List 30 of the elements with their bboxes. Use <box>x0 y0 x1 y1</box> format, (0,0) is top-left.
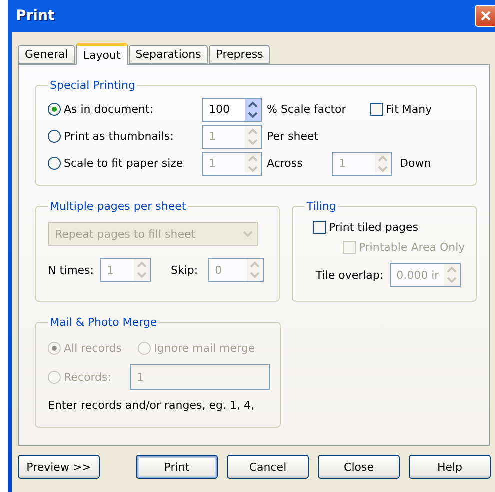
field-label: Tile overlap: <box>316 268 384 282</box>
tab[interactable]: Prepress <box>209 45 270 64</box>
unit-label: Across <box>267 157 304 170</box>
window-title: Print <box>16 8 55 24</box>
close-button[interactable] <box>475 5 495 27</box>
close-icon[interactable] <box>480 10 492 22</box>
radio-button[interactable]: Scale to fit paper size <box>48 157 184 170</box>
radio-button[interactable]: Print as thumbnails: <box>48 130 174 143</box>
checkbox[interactable]: Print tiled pages <box>312 220 419 234</box>
group-title: Mail & Photo Merge <box>49 316 158 329</box>
field-label: Skip: <box>171 264 198 276</box>
dialog-button[interactable]: Help <box>409 455 491 479</box>
group-title: Multiple pages per sheet <box>49 200 188 213</box>
unit-label: Per sheet <box>267 130 320 143</box>
unit-label: Down <box>400 157 432 170</box>
dialog-button[interactable]: Print <box>136 455 218 479</box>
dialog-button[interactable]: Preview >> <box>18 455 100 479</box>
checkbox[interactable]: Fit Many <box>370 103 432 116</box>
hint-text: Enter records and/or ranges, eg. 1, 4, <box>48 398 254 412</box>
group-title: Special Printing <box>49 79 136 92</box>
group-title: Tiling <box>306 200 338 213</box>
spin-field[interactable]: 100 <box>202 98 262 122</box>
tab[interactable]: General <box>18 45 76 64</box>
dialog-button[interactable]: Cancel <box>227 455 309 479</box>
tab[interactable]: Layout <box>76 43 128 65</box>
unit-label: % Scale factor <box>267 103 348 116</box>
dialog-button[interactable]: Close <box>318 455 400 479</box>
field-label: N times: <box>48 264 94 276</box>
tab[interactable]: Separations <box>128 45 208 64</box>
radio-button[interactable]: As in document: <box>48 103 154 116</box>
